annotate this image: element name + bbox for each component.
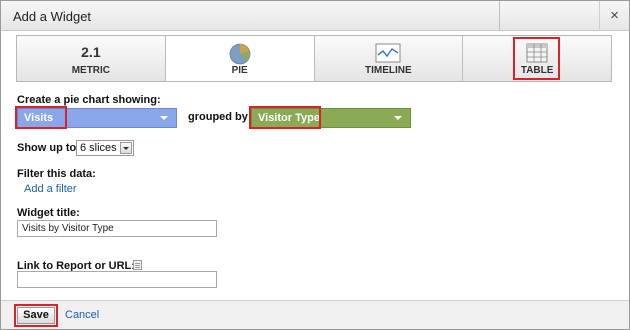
close-button[interactable]: × — [599, 1, 629, 31]
chevron-down-icon — [120, 142, 132, 154]
slices-select-value: 6 slices — [80, 142, 117, 154]
cancel-link[interactable]: Cancel — [65, 309, 99, 321]
grouped-by-label: grouped by — [188, 111, 248, 123]
widget-type-table[interactable]: TABLE — [463, 36, 611, 81]
pie-chart-icon — [229, 43, 251, 65]
dimension-dropdown-value: Visitor Type — [258, 112, 320, 124]
titlebar-divider — [499, 1, 500, 31]
dialog-titlebar: Add a Widget × — [1, 1, 629, 31]
dialog-title: Add a Widget — [13, 9, 92, 24]
close-icon: × — [610, 7, 619, 24]
widget-type-selector: 2.1 METRIC PIE TIMELINE TABLE — [16, 35, 612, 82]
widget-type-pie[interactable]: PIE — [165, 36, 315, 81]
link-report-input[interactable] — [17, 271, 217, 288]
dimension-dropdown[interactable]: Visitor Type — [251, 108, 411, 128]
widget-type-label: TIMELINE — [365, 65, 412, 76]
filter-label: Filter this data: — [17, 168, 96, 180]
show-up-to-label: Show up to — [17, 142, 77, 154]
slices-select[interactable]: 6 slices — [76, 140, 134, 156]
timeline-icon — [375, 43, 401, 63]
help-icon[interactable] — [133, 260, 142, 270]
widget-type-metric[interactable]: 2.1 METRIC — [17, 36, 166, 81]
widget-type-label: TABLE — [520, 65, 554, 76]
pie-prompt-label: Create a pie chart showing: — [17, 94, 161, 106]
save-button[interactable]: Save — [17, 307, 55, 324]
widget-title-label: Widget title: — [17, 207, 80, 219]
metric-dropdown[interactable]: Visits — [17, 108, 177, 128]
widget-type-label: METRIC — [71, 65, 111, 76]
add-filter-link[interactable]: Add a filter — [24, 183, 77, 195]
add-widget-dialog: Add a Widget × 2.1 METRIC PIE TIMELINE T… — [0, 0, 630, 330]
chevron-down-icon — [160, 116, 168, 120]
widget-title-input[interactable] — [17, 220, 217, 237]
widget-type-label: PIE — [231, 65, 248, 76]
chevron-down-icon — [394, 116, 402, 120]
metric-icon: 2.1 — [81, 44, 101, 60]
widget-type-timeline[interactable]: TIMELINE — [314, 36, 464, 81]
table-icon — [526, 43, 548, 63]
metric-dropdown-value: Visits — [24, 112, 54, 124]
